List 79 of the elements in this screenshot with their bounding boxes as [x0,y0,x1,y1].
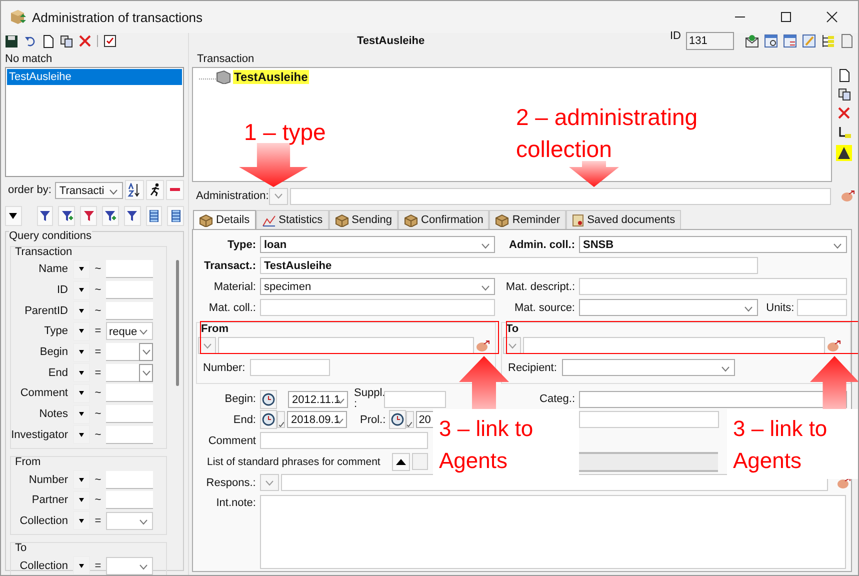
end-date-dropdown[interactable]: 2018.09.1 [287,411,347,428]
condition-label: Collection [18,514,69,527]
operator-sign: ~ [94,304,102,317]
admin-collection-dropdown[interactable]: SNSB [579,236,847,253]
condition-label: ParentID [24,304,69,317]
prolongation-label: Prol.: [360,414,386,426]
begin-label: Begin: [224,393,257,405]
window-title: Administration of transactions [32,10,203,24]
operator-sign: ~ [94,387,102,400]
condition-label: Type [43,325,69,338]
order-by-dropdown[interactable]: Transacti [55,182,124,198]
number-label: Number: [203,362,246,374]
supplement-label: Suppl. : [354,388,382,410]
tab[interactable]: Confirmation [398,210,490,229]
tab[interactable]: Saved documents [566,210,682,229]
operator-sign: ~ [94,474,102,486]
comment-label: Comment [207,434,257,446]
condition-label: Investigator [11,428,69,441]
match-status: No match [5,52,54,67]
operator-sign: ~ [94,428,102,441]
annotation-text: 1 – type [244,118,327,147]
material-source-label: Mat. source: [513,302,576,314]
category-label: Categ.: [538,393,576,405]
condition-label: ID [56,284,69,296]
material-collection-label: Mat. coll.: [208,302,257,314]
condition-label: Notes [38,408,69,420]
administration-label: Administration: [196,190,269,202]
operator-sign: ~ [94,284,102,296]
tree-node[interactable]: TestAusleihe [233,70,309,84]
condition-label: Begin [38,346,69,358]
order-by-label: order by: [8,184,52,196]
recipient-label: Recipient: [508,362,557,374]
condition-label: Comment [19,387,69,400]
material-description-label: Mat. descript.: [504,280,576,292]
prolongation-date-dropdown[interactable]: 20 [416,411,436,428]
operator-sign: = [94,346,102,358]
tree-title: Transaction [196,52,256,67]
operator-sign: = [94,366,102,379]
end-label: End: [232,414,257,426]
operator-sign: ~ [94,494,102,506]
type-dropdown[interactable]: loan [260,236,495,253]
group-title: From [15,456,41,468]
condition-dropdown[interactable]: reque [106,322,153,340]
operator-sign: ~ [94,408,102,420]
operator-sign: = [94,560,102,572]
units-label: Units: [766,302,794,314]
condition-label: Collection [18,560,69,572]
tab[interactable]: Reminder [489,210,566,229]
operator-sign: = [94,325,102,338]
annotation-text: 3 – link to Agents [727,409,858,479]
tab[interactable]: Statistics [256,210,329,229]
condition-label: End [47,366,69,379]
to-title: To [506,323,519,335]
group-title: To [15,542,27,554]
query-conditions-title: Query conditions [9,230,92,242]
tab[interactable]: Sending [328,210,398,229]
id-label: ID [670,30,681,42]
record-title: TestAusleihe [357,35,425,47]
type-label: Type: [226,238,257,250]
list-item[interactable]: TestAusleihe [7,69,182,85]
operator-sign: = [94,514,102,527]
operator-sign: ~ [94,263,102,276]
condition-label: Name [38,263,69,276]
responsible-label: Respons.: [205,476,257,488]
tab[interactable]: Details [193,210,256,229]
from-title: From [201,323,228,335]
internal-note-label: Int.note: [215,496,257,509]
condition-label: Number [28,474,69,486]
id-field[interactable]: 131 [686,32,734,50]
standard-phrases-label: List of standard phrases for comment [207,456,382,468]
material-dropdown[interactable]: specimen [260,278,495,295]
transaction-field[interactable]: TestAusleihe [260,257,758,274]
material-label: Material: [212,280,257,292]
admin-collection-label: Admin. coll.: [508,238,576,250]
group-title: Transaction [15,246,72,258]
condition-label: Partner [30,494,69,506]
annotation-text: 2 – administrating collection [516,103,699,164]
begin-date-dropdown[interactable]: 2012.11.1 [288,390,348,408]
transaction-label: Transact.: [203,260,257,272]
